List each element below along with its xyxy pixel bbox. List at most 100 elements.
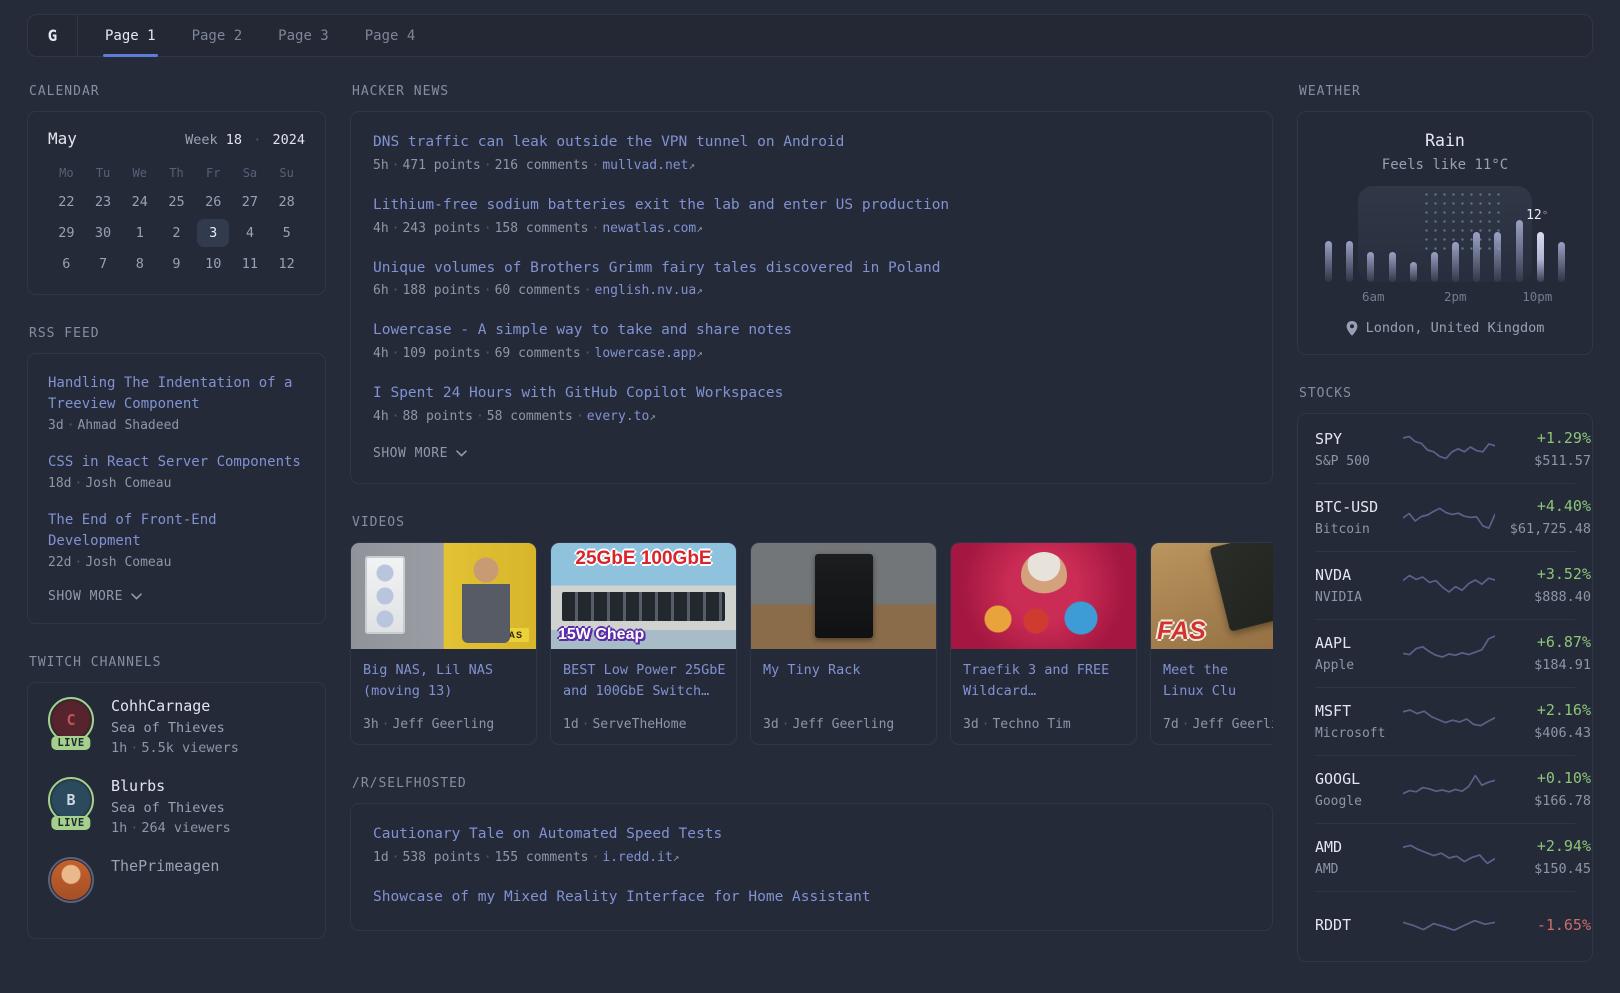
video-card-body: Meet the Linux Clu 7d·Jeff Geerling — [1151, 649, 1273, 744]
rss-item-title[interactable]: CSS in React Server Components — [48, 452, 305, 473]
separator-dot: · — [483, 220, 492, 236]
post-title[interactable]: Showcase of my Mixed Reality Interface f… — [373, 887, 1250, 909]
stock-ticker: AAPL — [1315, 633, 1352, 652]
tab-page-4[interactable]: Page 4 — [365, 15, 416, 56]
stock-change: +0.10% — [1536, 769, 1591, 787]
post-title[interactable]: Cautionary Tale on Automated Speed Tests — [373, 824, 1250, 846]
stock-price: $166.78 — [1534, 793, 1591, 809]
stock-row-rddt[interactable]: RDDT -1.65% — [1315, 891, 1591, 959]
left-column: CALENDAR May Week 18 · 2024 Mo Tu We Th Fr Sa… — [27, 84, 326, 970]
video-card[interactable]: FAS Meet the Linux Clu 7d·Jeff Geerling — [1150, 541, 1273, 745]
video-thumbnail: LIL NAS — [351, 542, 536, 649]
twitch-channel-meta: 1h · 264 viewers — [111, 820, 231, 836]
video-title-line: Meet the — [1163, 661, 1229, 678]
app-logo[interactable]: G — [28, 15, 77, 56]
post-points: 538 points — [402, 849, 481, 865]
temperature-bars — [1322, 186, 1568, 282]
rss-show-more-button[interactable]: SHOW MORE — [48, 589, 305, 604]
tab-page-1[interactable]: Page 1 — [103, 15, 158, 57]
show-more-label: SHOW MORE — [48, 589, 123, 604]
stock-row-nvda[interactable]: NVDA NVIDIA +3.52% $888.40 — [1315, 551, 1591, 619]
twitch-channel-name[interactable]: Blurbs — [111, 777, 231, 795]
temperature-bar — [1452, 242, 1460, 282]
video-title[interactable]: BEST Low Power 25GbE and 100GbE Switch… — [563, 660, 726, 702]
post-domain-link[interactable]: i.redd.it — [602, 850, 672, 865]
post-title[interactable]: Unique volumes of Brothers Grimm fairy t… — [373, 258, 1250, 280]
calendar-grid: Mo Tu We Th Fr Sa Su 22 23 24 25 26 27 28 29 30 1 2 3 4 5 6 7 8… — [48, 160, 305, 280]
hackernews-show-more-button[interactable]: SHOW MORE — [373, 446, 1250, 461]
post-title[interactable]: Lithium-free sodium batteries exit the l… — [373, 195, 1250, 217]
twitch-avatar — [48, 857, 94, 903]
stock-price: $406.43 — [1534, 725, 1591, 741]
post-domain-link[interactable]: newatlas.com — [602, 221, 696, 236]
video-title[interactable]: Meet the Linux Clu — [1163, 660, 1273, 702]
twitch-live-duration: 1h — [111, 820, 128, 836]
post-domain-link[interactable]: lowercase.app — [595, 346, 697, 361]
twitch-channel-row[interactable]: C LIVE CohhCarnage Sea of Thieves 1h · 5.5k vi… — [48, 697, 305, 756]
video-meta: 7d·Jeff Geerling — [1163, 708, 1273, 732]
twitch-channel-row[interactable]: ThePrimeagen — [48, 857, 305, 903]
stock-row-msft[interactable]: MSFT Microsoft +2.16% $406.43 — [1315, 687, 1591, 755]
video-title[interactable]: My Tiny Rack — [763, 660, 924, 681]
rss-item-title[interactable]: Handling The Indentation of a Treeview C… — [48, 373, 305, 415]
post-item: I Spent 24 Hours with GitHub Copilot Wor… — [373, 383, 1250, 424]
tab-page-2[interactable]: Page 2 — [192, 15, 243, 56]
video-title[interactable]: Traefik 3 and FREE Wildcard… — [963, 660, 1124, 702]
video-title[interactable]: Big NAS, Lil NAS (moving 13) — [363, 660, 524, 702]
post-domain-link[interactable]: english.nv.ua — [595, 283, 697, 298]
rss-item-age: 18d — [48, 476, 72, 491]
video-channel: Jeff Geerling — [1192, 716, 1273, 732]
post-domain-link[interactable]: every.to — [587, 409, 650, 424]
video-thumbnail — [951, 542, 1136, 649]
post-meta: 4h · 243 points · 158 comments · newatlas.com↗ — [373, 221, 1250, 236]
twitch-channel-row[interactable]: B LIVE Blurbs Sea of Thieves 1h · 264 viewers — [48, 777, 305, 836]
weekday-label: Fr — [205, 166, 221, 180]
stock-sparkline — [1403, 905, 1495, 945]
rss-item-meta: 18d · Josh Comeau — [48, 476, 305, 491]
post-points: 109 points — [402, 346, 481, 361]
post-domain-link[interactable]: mullvad.net — [602, 158, 688, 173]
time-axis-label: 6am — [1361, 289, 1385, 304]
video-card[interactable]: My Tiny Rack 3d · Jeff Geerling — [750, 541, 937, 745]
thumbnail-text: LIL NAS — [475, 627, 529, 642]
video-card[interactable]: Traefik 3 and FREE Wildcard… 3d · Techno Tim — [950, 541, 1137, 745]
external-link-icon: ↗ — [696, 221, 703, 235]
video-card[interactable]: LIL NAS Big NAS, Lil NAS (moving 13) 3h · Jef… — [350, 541, 537, 745]
hackernews-widget: HACKER NEWS DNS traffic can leak outside… — [350, 84, 1273, 484]
separator-dot: · — [591, 220, 600, 236]
stock-change: +6.87% — [1536, 633, 1591, 651]
stock-row-aapl[interactable]: AAPL Apple +6.87% $184.91 — [1315, 619, 1591, 687]
calendar-day: 27 — [241, 194, 259, 210]
video-thumbnail: 25GbE 100GbE 15W Cheap — [551, 542, 736, 649]
videos-section-title: VIDEOS — [352, 514, 405, 530]
weather-hourly-chart: 12° — [1322, 186, 1568, 282]
twitch-channel-name[interactable]: CohhCarnage — [111, 697, 239, 715]
calendar-day: 22 — [58, 194, 75, 210]
stock-ticker: RDDT — [1315, 916, 1352, 934]
temperature-bar — [1325, 241, 1332, 282]
stocks-widget: STOCKS SPY S&P 500 +1.29% $511.57 BTC-USD Bit… — [1297, 386, 1593, 962]
stock-row-amd[interactable]: AMD AMD +2.94% $150.45 — [1315, 823, 1591, 891]
stock-price: $888.40 — [1534, 589, 1591, 605]
stock-row-googl[interactable]: GOOGL Google +0.10% $166.78 — [1315, 755, 1591, 823]
video-card-body: Big NAS, Lil NAS (moving 13) 3h · Jeff Geerl… — [351, 649, 536, 744]
separator-dot: · — [483, 157, 492, 173]
stock-row-btc-usd[interactable]: BTC-USD Bitcoin +4.40% $61,725.48 — [1315, 483, 1591, 551]
twitch-channel-game: Sea of Thieves — [111, 800, 225, 816]
stock-ticker: GOOGL — [1315, 769, 1361, 788]
temperature-bar — [1388, 252, 1396, 282]
rss-item-title[interactable]: The End of Front-End Development — [48, 510, 305, 552]
separator-dot: · — [575, 408, 584, 424]
post-title[interactable]: DNS traffic can leak outside the VPN tun… — [373, 132, 1250, 154]
twitch-channel-name[interactable]: ThePrimeagen — [111, 857, 219, 875]
external-link-icon: ↗ — [672, 850, 680, 864]
calendar-card: May Week 18 · 2024 Mo Tu We Th Fr Sa Su 22 23 24 2… — [27, 111, 326, 295]
selfhosted-card: Cautionary Tale on Automated Speed Tests… — [350, 802, 1273, 932]
tab-page-3[interactable]: Page 3 — [278, 15, 329, 56]
video-card[interactable]: 25GbE 100GbE 15W Cheap BEST Low Power 25Gb… — [550, 541, 737, 745]
post-title[interactable]: I Spent 24 Hours with GitHub Copilot Wor… — [373, 383, 1250, 405]
stock-row-spy[interactable]: SPY S&P 500 +1.29% $511.57 — [1315, 416, 1591, 483]
separator-dot: · — [475, 408, 484, 424]
post-title[interactable]: Lowercase - A simple way to take and sha… — [373, 320, 1250, 342]
nav-divider — [77, 15, 78, 56]
